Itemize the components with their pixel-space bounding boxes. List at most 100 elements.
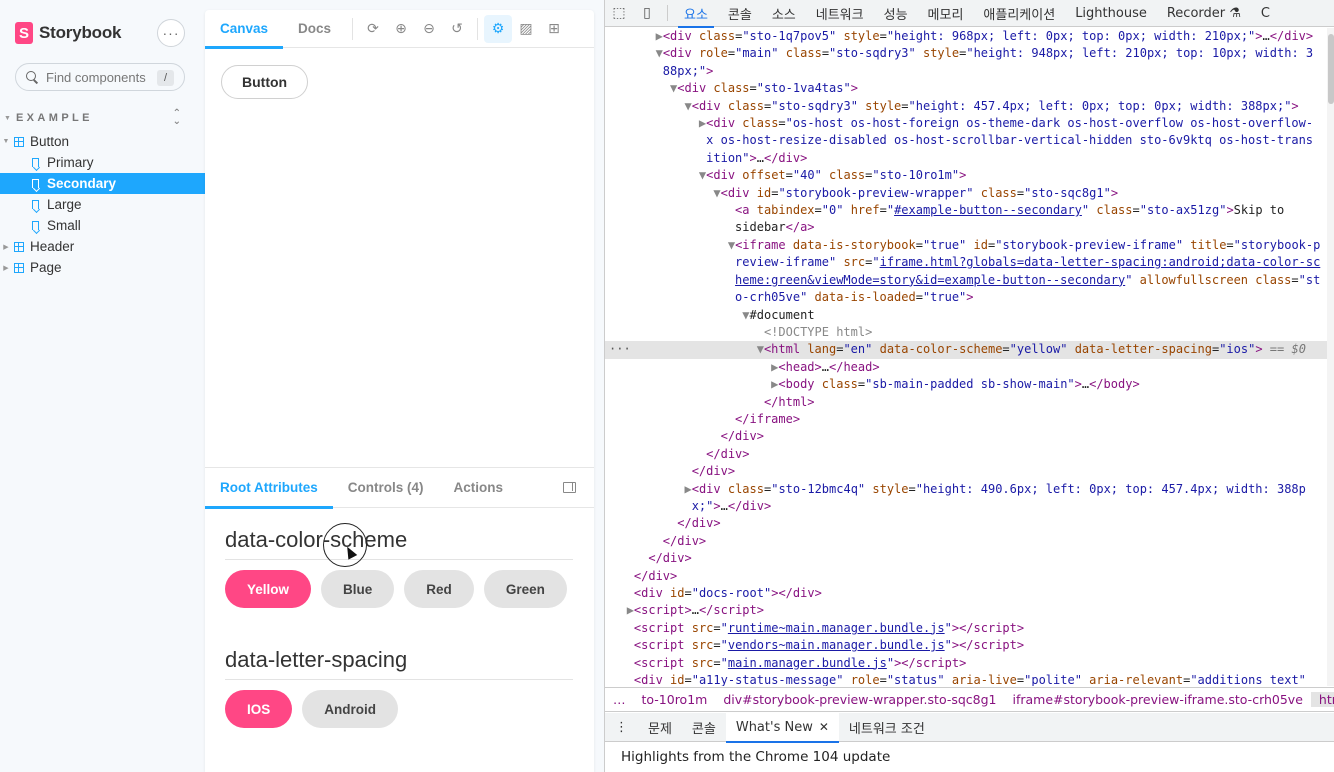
zoom-out-icon[interactable]: ⊖ — [415, 15, 443, 43]
grid-icon[interactable]: ⊞ — [540, 15, 568, 43]
dom-node[interactable]: ▶<body class="sb-main-padded sb-show-mai… — [605, 376, 1327, 393]
option-ios[interactable]: IOS — [225, 690, 293, 728]
story-button[interactable]: Button — [221, 65, 309, 99]
tree-item-page[interactable]: ▶ Page — [0, 257, 205, 278]
tab-docs[interactable]: Docs — [283, 10, 346, 48]
dom-tree-scrollbar[interactable] — [1327, 28, 1334, 686]
drawer-tab-issues[interactable]: 문제 — [638, 713, 682, 742]
option-group: Yellow Blue Red Green — [225, 570, 573, 608]
dom-node[interactable]: <a tabindex="0" href="#example-button--s… — [605, 202, 1327, 219]
breadcrumb-item[interactable]: iframe#storybook-preview-iframe.sto-crh0… — [1005, 692, 1311, 707]
dom-node[interactable]: <script src="runtime~main.manager.bundle… — [605, 620, 1327, 637]
tree-item-label: Small — [47, 218, 81, 233]
devtools-tab-elements[interactable]: 요소 — [674, 0, 718, 28]
expand-arrow-icon: ▼ — [2, 138, 10, 145]
devtools-tab-console[interactable]: 콘솔 — [718, 0, 762, 27]
breadcrumb-item[interactable]: to-10ro1m — [634, 692, 716, 707]
storybook-logo-icon[interactable]: S — [15, 22, 33, 44]
dom-node-selected[interactable]: ··· ▼<html lang="en" data-color-scheme="… — [605, 341, 1327, 359]
dom-node[interactable]: ▼#document — [605, 307, 1327, 324]
dom-node[interactable]: ▼<div role="main" class="sto-sqdry3" sty… — [605, 45, 1327, 62]
option-blue[interactable]: Blue — [321, 570, 395, 608]
tab-actions[interactable]: Actions — [439, 468, 519, 508]
brand-name[interactable]: Storybook — [39, 23, 121, 43]
dom-node: 88px;"> — [662, 63, 714, 78]
tab-controls[interactable]: Controls (4) — [333, 468, 439, 508]
dom-node[interactable]: ▶<div class="sto-1q7pov5" style="height:… — [605, 28, 1327, 45]
group-title-label: EXAMPLE — [15, 112, 93, 124]
breadcrumb-item[interactable]: div#storybook-preview-wrapper.sto-sqc8g1 — [715, 692, 1004, 707]
option-green[interactable]: Green — [483, 570, 567, 608]
zoom-reset-icon[interactable]: ↺ — [443, 15, 471, 43]
dom-node[interactable]: ▶<div class="sto-12bmc4q" style="height:… — [605, 481, 1327, 498]
dom-node[interactable]: ▶<div class="os-host os-host-foreign os-… — [605, 115, 1327, 132]
close-icon[interactable]: ✕ — [819, 720, 829, 734]
drawer-tab-console[interactable]: 콘솔 — [682, 713, 726, 742]
reload-icon[interactable]: ⟳ — [359, 15, 387, 43]
devtools-tab-lighthouse[interactable]: Lighthouse — [1065, 0, 1157, 27]
devtools-tab-application[interactable]: 애플리케이션 — [973, 0, 1065, 27]
dom-node[interactable]: ▶<head>…</head> — [605, 359, 1327, 376]
search-input[interactable] — [46, 69, 156, 85]
group-title-example[interactable]: ▼ EXAMPLE ⌃ ⌄ — [4, 109, 189, 127]
dom-node[interactable]: <div id="docs-root"></div> — [605, 585, 1327, 602]
tabbar-divider — [667, 5, 668, 21]
settings-icon[interactable]: ⚙ — [484, 14, 513, 43]
dom-node: review-iframe" src="iframe.html?globals=… — [735, 255, 1321, 270]
dom-node[interactable]: ▼<div class="sto-sqdry3" style="height: … — [605, 98, 1327, 115]
devtools-tab-performance[interactable]: 성능 — [874, 0, 918, 27]
option-android[interactable]: Android — [302, 690, 399, 728]
dom-node[interactable]: ▶<script>…</script> — [605, 602, 1327, 619]
devtools-tab-sources[interactable]: 소스 — [762, 0, 806, 27]
dom-node: heme:green&viewMode=story&id=example-but… — [735, 272, 1321, 287]
dom-node[interactable]: ▼<div class="sto-1va4tas"> — [605, 80, 1327, 97]
sidebar-menu-button[interactable]: ··· — [157, 19, 185, 47]
tree-item-header[interactable]: ▶ Header — [0, 236, 205, 257]
drawer-menu-icon[interactable]: ⋮ — [605, 713, 638, 742]
device-toolbar-icon[interactable]: ▯ — [633, 0, 661, 27]
search-shortcut-key: / — [157, 70, 174, 86]
image-icon[interactable]: ▨ — [512, 15, 540, 43]
dom-node[interactable]: ▼<iframe data-is-storybook="true" id="st… — [605, 237, 1327, 254]
dom-tree[interactable]: ▶<div class="sto-1q7pov5" style="height:… — [605, 28, 1327, 686]
drawer-tab-whats-new[interactable]: What's New ✕ — [725, 712, 839, 743]
tree-item-small[interactable]: Small — [0, 215, 205, 236]
devtools-tab-overflow[interactable]: C — [1251, 0, 1280, 27]
devtools-tab-recorder[interactable]: Recorder ⚗ — [1157, 0, 1251, 27]
dom-node: x os-host-resize-disabled os-host-scroll… — [706, 133, 1314, 148]
tab-canvas[interactable]: Canvas — [205, 10, 284, 49]
dom-node[interactable]: ▼<div id="storybook-preview-wrapper" cla… — [605, 185, 1327, 202]
dom-node: ition">…</div> — [706, 150, 808, 165]
toolbar-divider — [352, 17, 354, 40]
tree-item-secondary[interactable]: Secondary — [0, 173, 205, 194]
dom-node[interactable]: ▼<div offset="40" class="sto-10ro1m"> — [605, 167, 1327, 184]
devtools-tab-memory[interactable]: 메모리 — [918, 0, 974, 27]
drawer-tab-network-conditions[interactable]: 네트워크 조건 — [839, 713, 935, 742]
dom-node[interactable]: <script src="main.manager.bundle.js"></s… — [605, 655, 1327, 672]
dom-node[interactable]: <script src="vendors~main.manager.bundle… — [605, 637, 1327, 654]
dom-node[interactable]: <div id="a11y-status-message" role="stat… — [605, 672, 1327, 686]
search-box[interactable]: / — [15, 63, 185, 91]
tree-item-large[interactable]: Large — [0, 194, 205, 215]
tree-item-button[interactable]: ▼ Button — [0, 131, 205, 152]
drawer-tab-label: What's New — [735, 719, 813, 735]
option-yellow[interactable]: Yellow — [225, 570, 312, 608]
breadcrumb-item-current[interactable]: html — [1310, 692, 1334, 707]
attr-section-letter-spacing: data-letter-spacing IOS Android — [225, 647, 573, 728]
tab-root-attributes[interactable]: Root Attributes — [205, 468, 333, 509]
option-red[interactable]: Red — [404, 570, 474, 608]
devtools-tabbar: ⬚ ▯ 요소 콘솔 소스 네트워크 성능 메모리 애플리케이션 Lighthou… — [605, 0, 1334, 28]
option-group: IOS Android — [225, 690, 573, 728]
tree-item-label: Large — [47, 197, 82, 212]
tree-item-primary[interactable]: Primary — [0, 152, 205, 173]
dom-node: </div> — [720, 429, 764, 444]
devtools-tab-network[interactable]: 네트워크 — [806, 0, 874, 27]
zoom-in-icon[interactable]: ⊕ — [387, 15, 415, 43]
expand-collapse-icon[interactable]: ⌃ ⌄ — [173, 109, 181, 127]
panel-orientation-icon[interactable] — [563, 482, 576, 493]
dom-node: </div> — [633, 568, 678, 583]
breadcrumb-overflow[interactable]: … — [605, 692, 634, 707]
dom-node: </div> — [662, 533, 707, 548]
tree-item-label: Header — [30, 239, 75, 254]
inspect-element-icon[interactable]: ⬚ — [605, 0, 633, 27]
